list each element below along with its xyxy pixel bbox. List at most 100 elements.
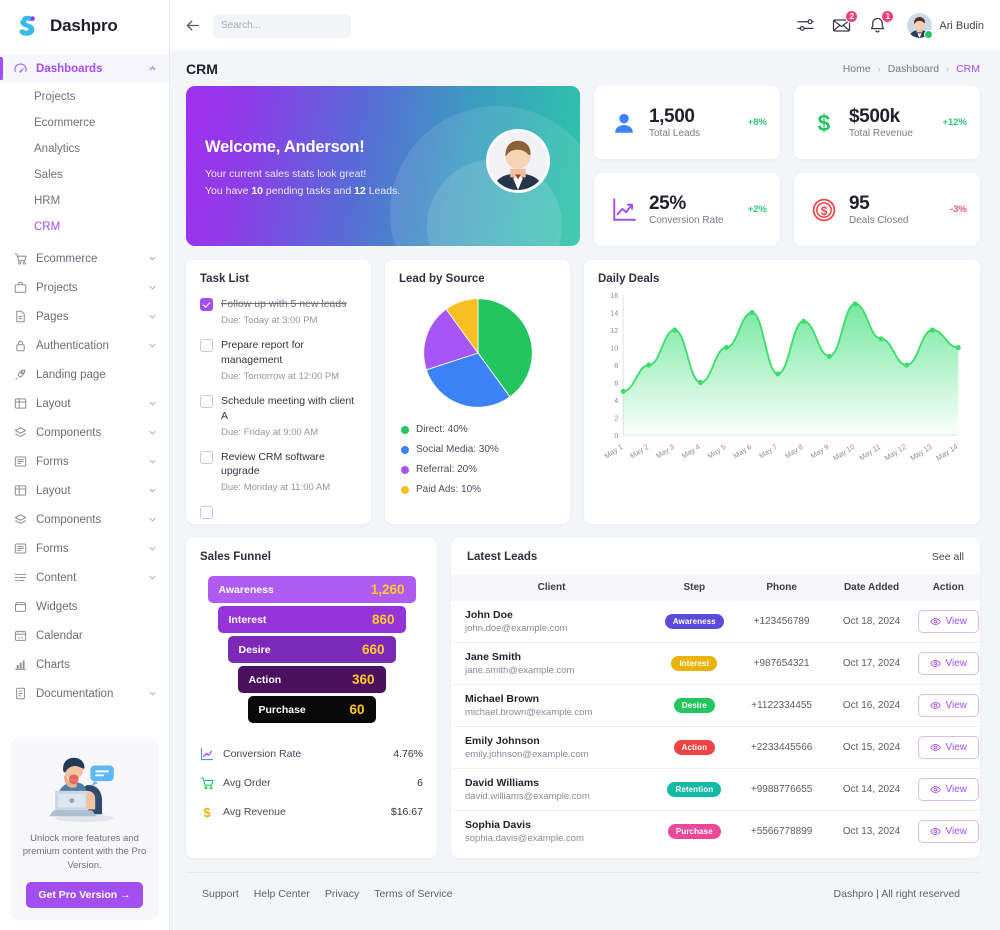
- notifications-button[interactable]: 1: [868, 16, 887, 35]
- funnel-stage-action: Action360: [238, 666, 386, 693]
- status-badge: Awareness: [665, 614, 724, 629]
- rocket-icon: [14, 368, 27, 381]
- view-button[interactable]: View: [918, 610, 980, 633]
- sidebar-item-label: Dashboards: [36, 63, 139, 75]
- sidebar-item-layout[interactable]: Layout: [0, 476, 169, 505]
- sidebar-item-calendar[interactable]: Calendar: [0, 621, 169, 650]
- chevron-down-icon[interactable]: [148, 573, 157, 582]
- sidebar-subitem-sales[interactable]: Sales: [0, 162, 169, 188]
- chevron-down-icon[interactable]: [148, 341, 157, 350]
- footer-link[interactable]: Terms of Service: [374, 888, 452, 900]
- data-point: May 8: 13: [801, 319, 806, 324]
- view-button[interactable]: View: [918, 694, 980, 717]
- task-name: Schedule meeting with client A: [221, 394, 357, 424]
- lead-action-cell: View: [917, 769, 981, 811]
- lead-email: emily.johnson@example.com: [465, 749, 652, 760]
- sidebar-item-authentication[interactable]: Authentication: [0, 331, 169, 360]
- funnel-stage-awareness: Awareness1,260: [208, 576, 416, 603]
- sidebar-item-layout[interactable]: Layout: [0, 389, 169, 418]
- search-input[interactable]: [221, 20, 353, 31]
- brand[interactable]: Dashpro: [0, 0, 169, 52]
- view-button[interactable]: View: [918, 736, 980, 759]
- breadcrumb-item[interactable]: CRM: [956, 63, 980, 75]
- welcome-avatar: [486, 129, 550, 193]
- row-analytics: Task List Follow up with 5 new leadsDue:…: [186, 260, 980, 524]
- chevron-down-icon[interactable]: [148, 312, 157, 321]
- sidebar-item-forms[interactable]: Forms: [0, 534, 169, 563]
- user-icon: [607, 110, 641, 136]
- breadcrumb-item[interactable]: Dashboard: [888, 63, 939, 75]
- sidebar-item-forms[interactable]: Forms: [0, 447, 169, 476]
- funnel-stage-value: 860: [372, 612, 395, 627]
- sidebar-subitem-projects[interactable]: Projects: [0, 84, 169, 110]
- welcome-line-1: Your current sales stats look great!: [205, 166, 400, 183]
- footer-link[interactable]: Support: [202, 888, 239, 900]
- svg-text:10: 10: [610, 343, 618, 352]
- sidebar-item-dashboards[interactable]: Dashboards: [0, 54, 169, 83]
- chevron-down-icon[interactable]: [148, 428, 157, 437]
- page-title: CRM: [186, 61, 218, 77]
- sidebar-item-landing-page[interactable]: Landing page: [0, 360, 169, 389]
- get-pro-version-button[interactable]: Get Pro Version →: [26, 882, 142, 908]
- sidebar-item-widgets[interactable]: Widgets: [0, 592, 169, 621]
- funnel-metric-value: 4.76%: [393, 748, 423, 760]
- task-checkbox[interactable]: [200, 451, 213, 464]
- breadcrumb-item[interactable]: Home: [843, 63, 871, 75]
- view-button[interactable]: View: [918, 820, 980, 843]
- funnel-metric-value: $16.67: [391, 806, 423, 818]
- page-header: CRM Home›Dashboard›CRM: [170, 52, 1000, 86]
- sidebar-item-charts[interactable]: Charts: [0, 650, 169, 679]
- layout-icon: [14, 484, 27, 497]
- view-button[interactable]: View: [918, 778, 980, 801]
- lead-phone: +5566778899: [737, 811, 827, 853]
- lead-phone: +9988776655: [737, 769, 827, 811]
- task-text: Schedule meeting with client ADue: Frida…: [221, 394, 357, 438]
- sidebar-item-components[interactable]: Components: [0, 505, 169, 534]
- leads-column-header: Client: [451, 574, 652, 601]
- sidebar-subitem-ecommerce[interactable]: Ecommerce: [0, 110, 169, 136]
- view-button[interactable]: View: [918, 652, 980, 675]
- sidebar-item-pages[interactable]: Pages: [0, 302, 169, 331]
- sidebar-item-components[interactable]: Components: [0, 418, 169, 447]
- back-arrow-icon[interactable]: [184, 17, 201, 34]
- task-checkbox[interactable]: [200, 339, 213, 352]
- svg-text:May 10: May 10: [831, 442, 856, 463]
- sidebar-subitem-crm[interactable]: CRM: [0, 214, 169, 240]
- task-checkbox[interactable]: [200, 506, 213, 519]
- search-box[interactable]: [213, 14, 351, 38]
- sidebar-item-ecommerce[interactable]: Ecommerce: [0, 244, 169, 273]
- chevron-down-icon[interactable]: [148, 689, 157, 698]
- see-all-link[interactable]: See all: [932, 551, 964, 563]
- lead-client-cell: Sophia Davissophia.davis@example.com: [451, 811, 652, 853]
- settings-sliders-icon[interactable]: [796, 16, 815, 35]
- stat-card-deals-closed: $95Deals Closed-3%: [794, 173, 980, 246]
- avatar[interactable]: [907, 13, 932, 38]
- stat-value: 25%: [649, 193, 748, 215]
- task-checkbox[interactable]: [200, 395, 213, 408]
- chevron-down-icon[interactable]: [148, 486, 157, 495]
- chevron-down-icon[interactable]: [148, 399, 157, 408]
- chevron-down-icon[interactable]: [148, 283, 157, 292]
- sidebar-subitem-hrm[interactable]: HRM: [0, 188, 169, 214]
- sidebar-item-documentation[interactable]: Documentation: [0, 679, 169, 708]
- data-point: May 12: 8: [904, 362, 909, 367]
- footer-link[interactable]: Privacy: [325, 888, 359, 900]
- chevron-down-icon[interactable]: [148, 254, 157, 263]
- footer-link[interactable]: Help Center: [254, 888, 310, 900]
- task-checkbox[interactable]: [200, 298, 213, 311]
- stat-cards: 1,500Total Leads+8%$$500kTotal Revenue+1…: [594, 86, 980, 246]
- chevron-down-icon[interactable]: [148, 544, 157, 553]
- chevron-up-icon[interactable]: [148, 64, 157, 73]
- lead-step-cell: Purchase: [652, 811, 737, 853]
- lead-name: David Williams: [465, 777, 652, 789]
- sidebar-item-content[interactable]: Content: [0, 563, 169, 592]
- user-menu[interactable]: Ari Budin: [907, 13, 984, 38]
- chevron-down-icon[interactable]: [148, 457, 157, 466]
- sidebar-subitem-analytics[interactable]: Analytics: [0, 136, 169, 162]
- messages-button[interactable]: 2: [832, 16, 851, 35]
- funnel-metric-label: Avg Revenue: [223, 806, 382, 818]
- legend-item: Social Media: 30%: [401, 444, 556, 455]
- chevron-down-icon[interactable]: [148, 515, 157, 524]
- dashpro-logo-icon: [16, 13, 42, 39]
- sidebar-item-projects[interactable]: Projects: [0, 273, 169, 302]
